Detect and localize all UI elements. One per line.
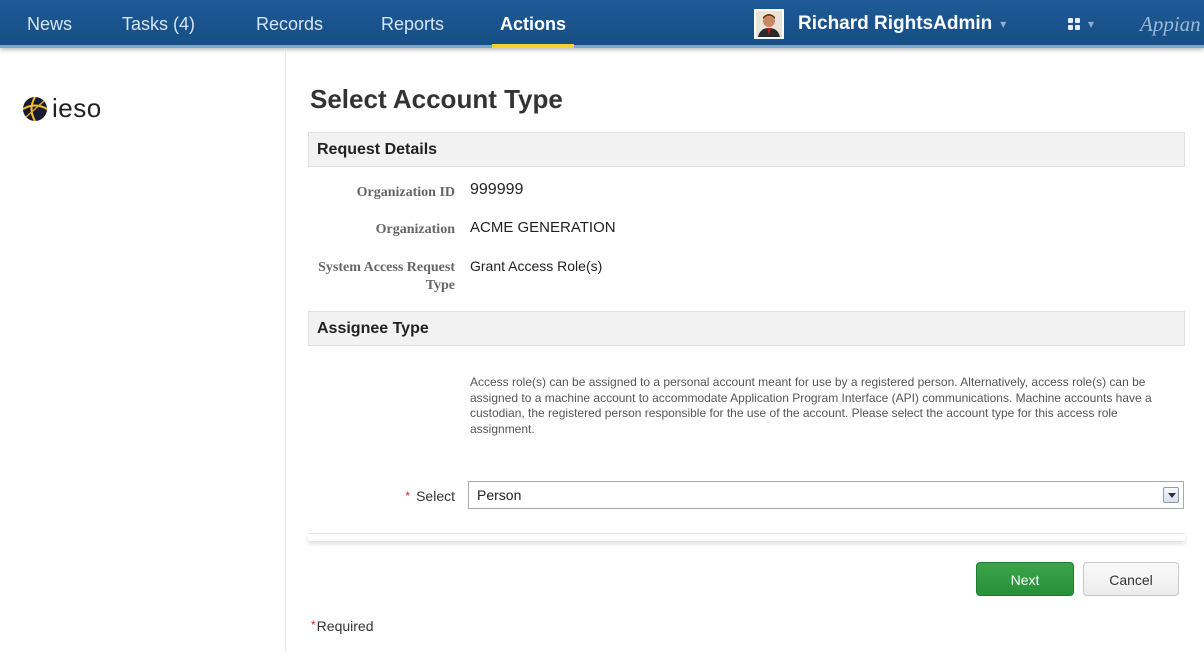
nav-tab-actions[interactable]: Actions bbox=[491, 0, 575, 48]
dropdown-arrow-icon[interactable] bbox=[1163, 487, 1179, 503]
section-header-assignee-type: Assignee Type bbox=[308, 311, 1185, 346]
assignee-help-text: Access role(s) can be assigned to a pers… bbox=[470, 375, 1152, 436]
field-value-system-access-request-type: Grant Access Role(s) bbox=[470, 258, 603, 274]
user-name: Richard RightsAdmin bbox=[798, 13, 993, 34]
required-note: *Required bbox=[311, 618, 374, 634]
required-note-text: Required bbox=[316, 618, 374, 634]
apps-menu[interactable]: ▾ bbox=[1068, 0, 1094, 48]
account-type-select-value: Person bbox=[477, 487, 522, 503]
apps-caret-down-icon: ▾ bbox=[1088, 17, 1095, 31]
required-note-star: * bbox=[311, 618, 316, 632]
field-value-organization-id: 999999 bbox=[470, 181, 524, 198]
next-button[interactable]: Next bbox=[976, 562, 1074, 596]
select-label-text: Select bbox=[416, 488, 455, 504]
form-divider bbox=[308, 533, 1185, 541]
nav-tab-records[interactable]: Records bbox=[256, 0, 323, 48]
apps-grid-icon bbox=[1068, 18, 1080, 30]
left-sidebar: ieso bbox=[0, 51, 286, 652]
user-avatar-icon bbox=[754, 9, 784, 39]
ieso-globe-logo bbox=[22, 95, 48, 122]
ieso-logo: ieso bbox=[22, 93, 102, 124]
top-nav-bar: News Tasks (4) Records Reports Actions R… bbox=[0, 0, 1204, 48]
appian-brand: Appian bbox=[1140, 12, 1201, 36]
page-title: Select Account Type bbox=[310, 84, 563, 114]
select-label: * Select bbox=[305, 487, 455, 505]
logo-text: ieso bbox=[52, 93, 102, 123]
user-menu[interactable]: Richard RightsAdmin ▾ bbox=[754, 0, 1006, 48]
required-star: * bbox=[405, 489, 411, 503]
nav-tab-reports[interactable]: Reports bbox=[381, 0, 444, 48]
account-type-select[interactable]: Person bbox=[468, 481, 1184, 509]
caret-down-icon: ▾ bbox=[1000, 17, 1007, 31]
nav-tab-news[interactable]: News bbox=[27, 0, 72, 48]
field-value-organization: ACME GENERATION bbox=[470, 219, 616, 236]
nav-tab-tasks[interactable]: Tasks (4) bbox=[122, 0, 195, 48]
cancel-button[interactable]: Cancel bbox=[1083, 562, 1179, 596]
field-label-system-access-request-type: System Access Request Type bbox=[318, 260, 455, 293]
section-header-request-details: Request Details bbox=[308, 132, 1185, 167]
field-label-organization: Organization bbox=[375, 222, 455, 237]
field-label-organization-id: Organization ID bbox=[356, 185, 455, 200]
